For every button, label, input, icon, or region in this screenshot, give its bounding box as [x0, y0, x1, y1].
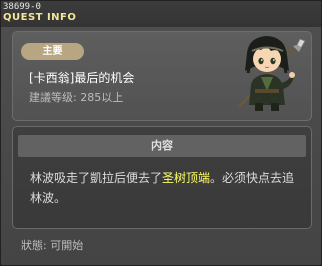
quest-info-window: 38699-0 QUEST INFO 主要 [卡西翁]最后的机会 建議等级: 2…	[0, 0, 322, 266]
quest-level-requirement: 建議等级: 285以上	[29, 91, 124, 104]
content-section-header: 内容	[18, 135, 306, 157]
quest-status-label: 狀態: 可開始	[21, 239, 84, 252]
quest-id-label: 38699-0	[3, 2, 41, 12]
description-highlight-location: 圣树顶端	[162, 171, 211, 185]
quest-category-badge: 主要	[21, 43, 84, 60]
npc-warrior-portrait-icon	[227, 31, 307, 113]
quest-description: 林波吸走了凱拉后便去了圣树顶端。必须快点去追林波。	[30, 168, 300, 208]
window-title: QUEST INFO	[3, 12, 77, 23]
quest-name: [卡西翁]最后的机会	[29, 71, 135, 85]
description-text-start: 林波吸走了凱拉后便去了	[30, 171, 163, 185]
window-header[interactable]: 38699-0 QUEST INFO	[1, 1, 321, 27]
